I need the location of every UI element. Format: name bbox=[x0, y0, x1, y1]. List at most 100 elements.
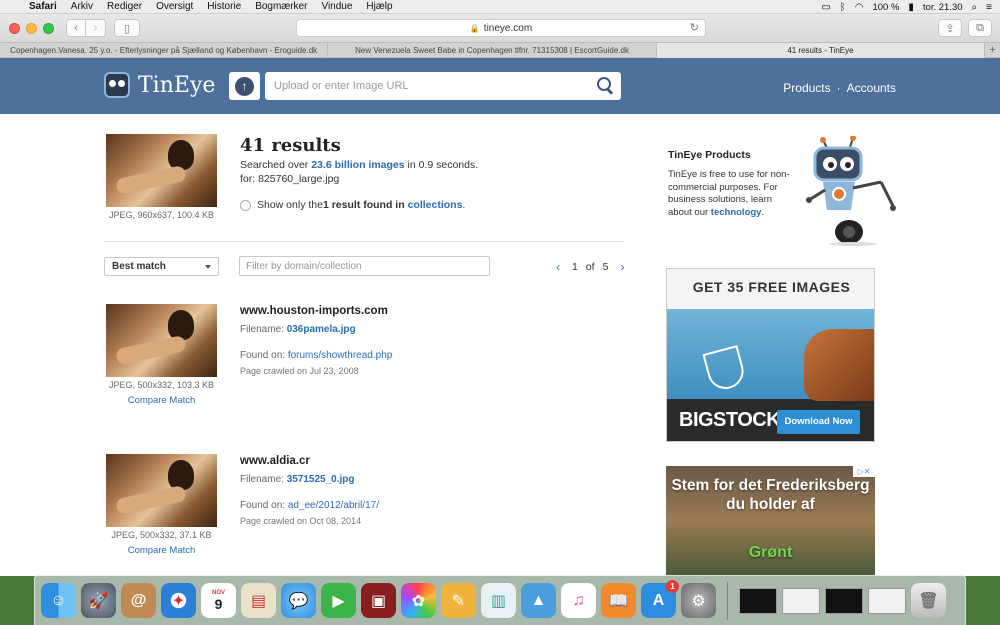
menu-vindue[interactable]: Vindue bbox=[314, 1, 359, 12]
upload-button[interactable]: ↑ bbox=[229, 72, 260, 100]
compare-match-link[interactable]: Compare Match bbox=[106, 545, 217, 556]
accounts-link[interactable]: Accounts bbox=[847, 81, 896, 95]
airplay-icon[interactable]: ▭ bbox=[821, 2, 830, 13]
results-count: 41 results bbox=[240, 135, 341, 156]
searched-count-link[interactable]: 23.6 billion images bbox=[311, 159, 404, 171]
sidebar-end: . bbox=[761, 206, 765, 218]
finder-icon[interactable]: ☺ bbox=[41, 583, 76, 618]
sidebar-text: TinEye is free to use for non-commercial… bbox=[668, 169, 798, 219]
tineye-logo[interactable]: TinEye bbox=[104, 72, 215, 98]
battery-icon[interactable]: ▮ bbox=[908, 2, 914, 13]
spotlight-icon[interactable]: ⌕ bbox=[972, 2, 978, 13]
wifi-icon[interactable]: ◠ bbox=[855, 2, 864, 13]
found-on-link[interactable]: ad_ee/2012/abril/17/ bbox=[288, 500, 379, 511]
close-window-button[interactable] bbox=[9, 22, 20, 34]
menu-safari[interactable]: Safari bbox=[22, 1, 64, 12]
compare-match-link[interactable]: Compare Match bbox=[106, 395, 217, 406]
notification-center-icon[interactable]: ≡ bbox=[986, 2, 992, 13]
preview-icon[interactable]: ▤ bbox=[241, 583, 276, 618]
page-of: of bbox=[585, 261, 595, 273]
search-icon[interactable] bbox=[597, 77, 613, 93]
macos-menu-bar: Safari Arkiv Rediger Oversigt Historie B… bbox=[0, 0, 1000, 14]
menu-rediger[interactable]: Rediger bbox=[100, 1, 149, 12]
search-input[interactable] bbox=[265, 72, 575, 100]
only-prefix: Show only the bbox=[257, 199, 323, 211]
menu-hjaelp[interactable]: Hjælp bbox=[359, 1, 399, 12]
pages-icon[interactable]: ✎ bbox=[441, 583, 476, 618]
ibooks-icon[interactable]: 📖 bbox=[601, 583, 636, 618]
result-thumbnail[interactable] bbox=[106, 304, 217, 377]
found-on-link[interactable]: forums/showthread.php bbox=[288, 350, 393, 361]
bluetooth-icon[interactable]: ᛒ bbox=[840, 2, 846, 13]
searched-suffix: in 0.9 seconds. bbox=[404, 159, 479, 171]
found-label: Found on: bbox=[240, 350, 288, 361]
filename-link[interactable]: 036pamela.jpg bbox=[287, 324, 356, 335]
result-domain[interactable]: www.aldia.cr bbox=[240, 455, 620, 467]
result-domain[interactable]: www.houston-imports.com bbox=[240, 305, 620, 317]
back-button[interactable]: ‹ bbox=[66, 19, 86, 37]
menu-arkiv[interactable]: Arkiv bbox=[64, 1, 100, 12]
app-store-icon[interactable]: A1 bbox=[641, 580, 679, 618]
photo-booth-icon[interactable]: ▣ bbox=[361, 583, 396, 618]
products-link[interactable]: Products bbox=[783, 81, 830, 95]
tab-escortguide[interactable]: New Venezuela Sweet Babe in Copenhagen t… bbox=[328, 43, 657, 58]
facetime-icon[interactable]: ▶ bbox=[321, 583, 356, 618]
pagination: ‹ 1 of 5 › bbox=[548, 260, 632, 274]
only-suffix: . bbox=[462, 199, 466, 211]
address-url: tineye.com bbox=[483, 22, 533, 34]
launchpad-icon[interactable]: 🚀 bbox=[81, 583, 116, 618]
collections-radio[interactable] bbox=[240, 199, 251, 211]
filename-label: Filename: bbox=[240, 324, 287, 335]
tab-tineye[interactable]: 41 results - TinEye bbox=[656, 43, 986, 58]
share-button[interactable]: ⇪ bbox=[938, 19, 962, 37]
filename-link[interactable]: 3571525_0.jpg bbox=[287, 474, 355, 485]
contacts-icon[interactable]: @ bbox=[121, 583, 156, 618]
sidebar-icon: ▯ bbox=[123, 22, 131, 35]
sidebar-toggle-button[interactable]: ▯ bbox=[114, 19, 140, 37]
sort-select[interactable]: Best match bbox=[104, 257, 219, 276]
show-tabs-button[interactable]: ⧉ bbox=[968, 19, 992, 37]
messages-icon[interactable]: 💬 bbox=[281, 583, 316, 618]
sort-value: Best match bbox=[112, 261, 166, 272]
battery-percent[interactable]: 100 % bbox=[872, 2, 899, 13]
tab-eroguide[interactable]: Copenhagen.Vanesa. 25 y.o. - Efterlysnin… bbox=[0, 43, 329, 58]
menu-oversigt[interactable]: Oversigt bbox=[149, 1, 200, 12]
minimized-window-thumb[interactable] bbox=[739, 587, 777, 614]
itunes-icon[interactable]: ♫ bbox=[561, 583, 596, 618]
result-meta: JPEG, 500x332, 37.1 KB bbox=[111, 530, 212, 540]
collections-link[interactable]: collections bbox=[408, 199, 463, 211]
safari-icon[interactable]: ✦ bbox=[161, 583, 196, 618]
address-bar[interactable]: 🔒 tineye.com ↻ bbox=[296, 19, 706, 37]
new-tab-button[interactable]: + bbox=[985, 43, 1000, 58]
query-thumbnail[interactable] bbox=[106, 134, 217, 207]
minimized-window-thumb[interactable] bbox=[868, 587, 906, 614]
menu-extras: ▭ ᛒ ◠ 100 % ▮ tor. 21.30 ⌕ ≡ bbox=[821, 0, 992, 14]
clock[interactable]: tor. 21.30 bbox=[923, 2, 963, 13]
minimize-window-button[interactable] bbox=[26, 22, 37, 34]
technology-link[interactable]: technology bbox=[711, 207, 762, 218]
fullscreen-window-button[interactable] bbox=[43, 22, 54, 34]
download-now-button[interactable]: Download Now bbox=[777, 410, 860, 434]
query-meta: JPEG, 960x637, 100.4 KB bbox=[108, 210, 215, 220]
result-meta: JPEG, 500x332, 103.3 KB bbox=[108, 380, 215, 390]
menu-historie[interactable]: Historie bbox=[200, 1, 248, 12]
minimized-window-thumb[interactable] bbox=[825, 587, 863, 614]
minimized-window-thumb[interactable] bbox=[782, 587, 820, 614]
tab-bar: Copenhagen.Vanesa. 25 y.o. - Efterlysnin… bbox=[0, 42, 1000, 58]
calendar-icon[interactable]: NOV 9 bbox=[201, 583, 236, 618]
numbers-icon[interactable]: ▥ bbox=[481, 583, 516, 618]
result-thumbnail[interactable] bbox=[106, 454, 217, 527]
filter-input[interactable] bbox=[240, 257, 480, 275]
bigstock-ad[interactable]: GET 35 FREE IMAGES BIGSTOCK Download Now bbox=[666, 268, 875, 442]
forward-button[interactable]: › bbox=[86, 19, 106, 37]
collections-filter[interactable]: Show only the 1 result found in collecti… bbox=[240, 199, 465, 211]
system-preferences-icon[interactable]: ⚙ bbox=[681, 583, 716, 618]
political-ad[interactable]: ▷✕ Stem for det Frederiksberg du holder … bbox=[666, 466, 875, 576]
reload-icon[interactable]: ↻ bbox=[690, 21, 699, 34]
prev-page-icon[interactable]: ‹ bbox=[548, 260, 568, 274]
menu-bogmaerker[interactable]: Bogmærker bbox=[248, 1, 314, 12]
next-page-icon[interactable]: › bbox=[612, 260, 632, 274]
keynote-icon[interactable]: ▲ bbox=[521, 583, 556, 618]
trash-icon[interactable]: 🗑 bbox=[911, 583, 946, 618]
photos-icon[interactable]: ✿ bbox=[401, 583, 436, 618]
